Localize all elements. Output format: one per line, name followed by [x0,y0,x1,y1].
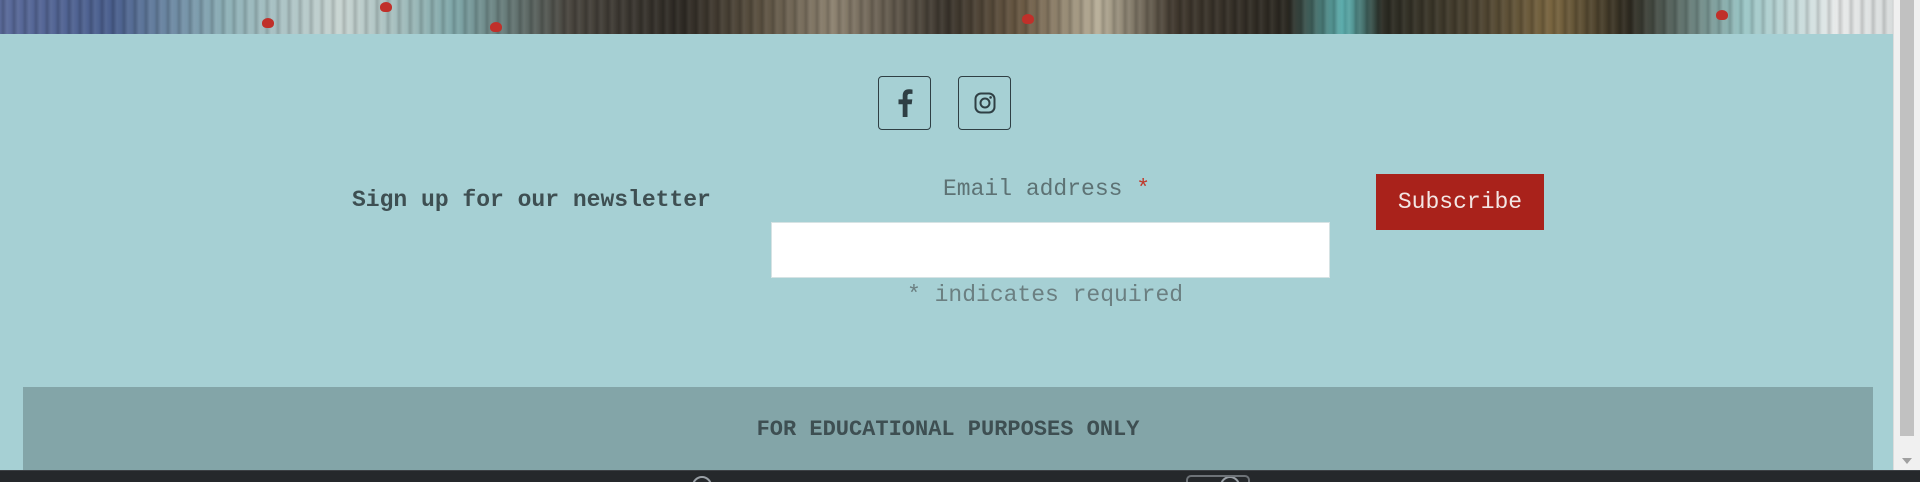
taskbar-window-tab[interactable] [1186,475,1250,482]
banner-texture [0,0,1894,34]
heart-decoration [1716,10,1728,20]
vertical-scrollbar[interactable] [1893,0,1920,470]
email-input[interactable] [771,222,1330,278]
heart-decoration [262,18,274,28]
taskbar-search-icon[interactable] [692,476,712,482]
required-star: * [1136,176,1151,202]
heart-decoration [1022,14,1034,24]
newsletter-signup-label: Sign up for our newsletter [352,187,711,213]
scroll-down-arrow-icon[interactable] [1902,458,1912,464]
instagram-link[interactable] [958,76,1011,130]
required-indicator-note: * indicates required [907,282,1184,308]
subscribe-button[interactable]: Subscribe [1376,174,1544,230]
educational-disclaimer: FOR EDUCATIONAL PURPOSES ONLY [756,417,1140,442]
os-taskbar [0,470,1920,482]
heart-decoration [380,2,392,12]
heart-decoration [490,22,502,32]
page: Sign up for our newsletter Email address… [0,0,1920,482]
facebook-link[interactable] [878,76,931,130]
facebook-icon [898,89,912,117]
email-label-text: Email address [943,176,1123,202]
header-photo-banner [0,0,1894,34]
instagram-icon [974,92,995,114]
footer-disclaimer-band: FOR EDUCATIONAL PURPOSES ONLY [23,387,1873,470]
email-field-label: Email address * [943,176,1150,202]
scrollbar-thumb[interactable] [1900,0,1914,436]
